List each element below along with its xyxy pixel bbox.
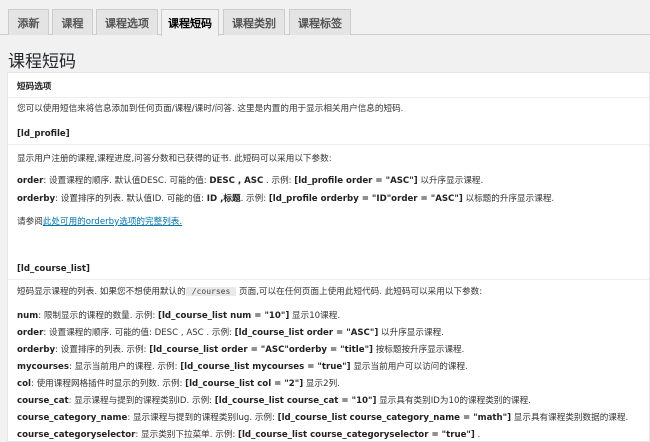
tab-course-options[interactable]: 课程选项 [96,9,158,35]
ld-course-list-title: [ld_course_list] [17,264,90,274]
course-list-param: course_category_name: 显示课程与提到的课程类别lug. 示… [17,413,629,423]
course-list-param: order: 设置课程的顺序. 可能的值: DESC , ASC . 示例: [… [17,328,444,338]
course-list-param: orderby: 设置排序的列表. 示例: [ld_course_list or… [17,345,465,355]
ld-profile-desc: 显示用户注册的课程,课程进度,问答分数和已获得的证书. 此短码可以采用以下参数: [17,154,332,164]
divider [8,97,649,98]
ld-profile-title: [ld_profile] [17,129,70,139]
course-list-param: course_categoryselector: 显示类别下拉菜单. 示例: [… [17,430,481,440]
page-title: 课程短码 [8,52,76,72]
tab-add-new[interactable]: 添新 [8,9,49,35]
course-list-param: course_cat: 显示课程与提到的课程类别ID. 示例: [ld_cour… [17,396,531,406]
divider [8,144,649,145]
tab-course-shortcodes[interactable]: 课程短码 [161,9,219,36]
course-list-param: col: 使用课程网格插件时显示的列数. 示例: [ld_course_list… [17,379,340,389]
tab-bar: 添新 课程 课程选项 课程短码 课程类别 课程标签 [0,0,650,36]
ld-course-list-desc: 短码显示课程的列表. 如果您不想使用默认的/courses 页面,可以在任何页面… [17,287,483,297]
divider [8,279,649,280]
courses-path-code: /courses [185,287,237,296]
tab-courses[interactable]: 课程 [52,9,93,35]
panel-heading: 短码选项 [17,82,52,92]
course-list-param: mycourses: 显示当前用户的课程. 示例: [ld_course_lis… [17,362,468,372]
course-list-param: num: 限制显示的课程的数量. 示例: [ld_course_list num… [17,311,341,321]
intro-text: 您可以使用短信来将信息添加到任何页面/课程/课时/问答. 这里是内置的用于显示相… [17,104,404,114]
shortcodes-panel: 短码选项 您可以使用短信来将信息添加到任何页面/课程/课时/问答. 这里是内置的… [7,72,650,442]
tab-course-tags[interactable]: 课程标签 [289,9,351,35]
tab-course-categories[interactable]: 课程类别 [223,9,285,35]
orderby-reference: 请参阅此处可用的orderby选项的完整列表. [17,217,183,227]
ld-profile-order-param: order: 设置课程的顺序. 默认值DESC. 可能的值: DESC , AS… [17,176,484,186]
ld-profile-orderby-param: orderby: 设置排序的列表. 默认值ID. 可能的值: ID ,标题. 示… [17,194,555,204]
orderby-options-link[interactable]: 此处可用的orderby选项的完整列表. [43,217,182,227]
